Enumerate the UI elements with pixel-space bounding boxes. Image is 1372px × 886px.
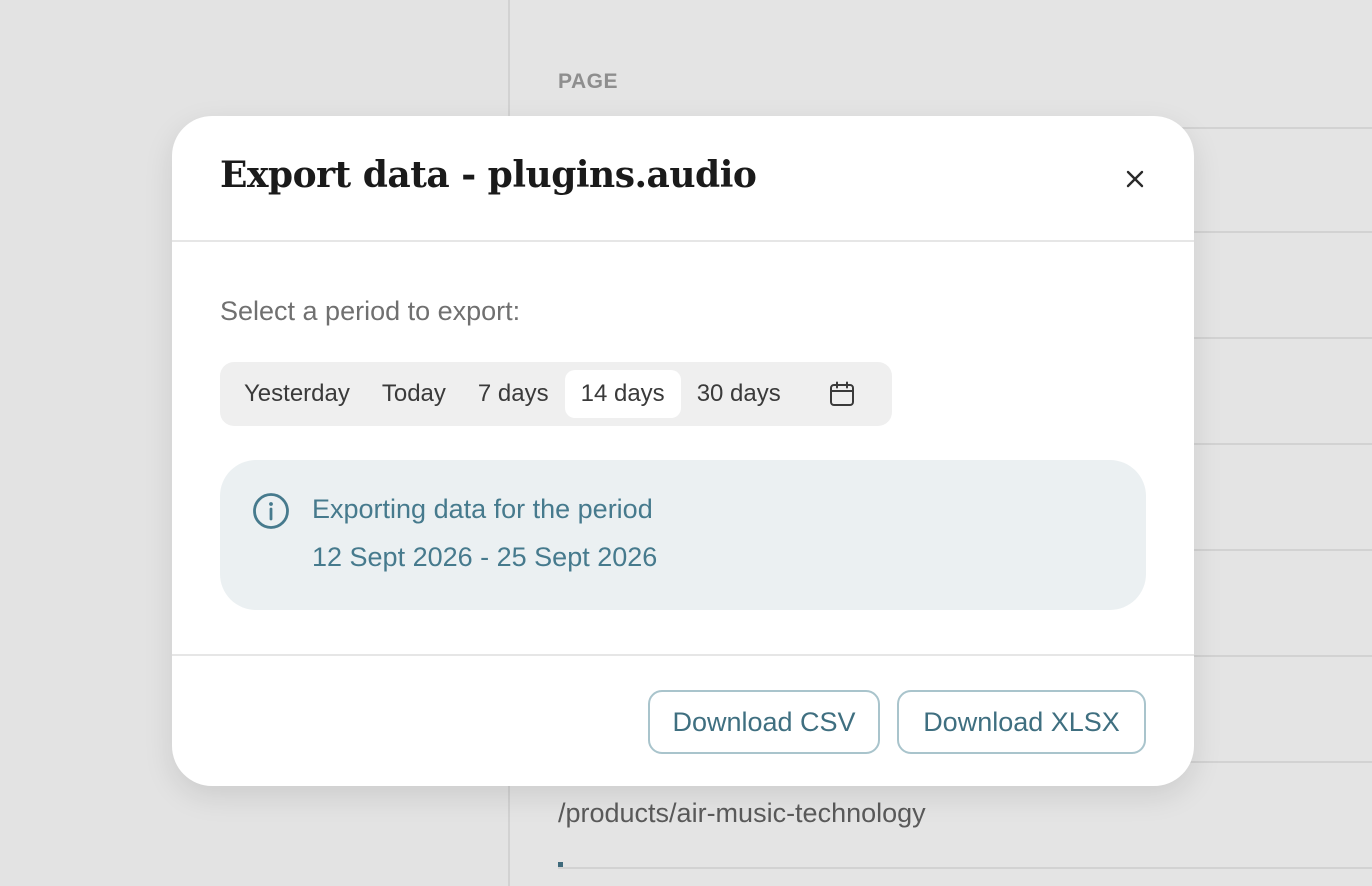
modal-header: Export data - plugins.audio xyxy=(172,116,1194,242)
period-today[interactable]: Today xyxy=(366,370,462,418)
download-csv-button[interactable]: Download CSV xyxy=(648,690,880,754)
modal-body: Select a period to export: Yesterday Tod… xyxy=(172,242,1194,656)
row-divider xyxy=(558,867,1372,869)
period-30-days[interactable]: 30 days xyxy=(681,370,797,418)
close-icon xyxy=(1126,170,1144,188)
close-button[interactable] xyxy=(1120,164,1150,194)
export-info-box: Exporting data for the period 12 Sept 20… xyxy=(220,460,1146,610)
modal-footer: Download CSV Download XLSX xyxy=(172,656,1194,784)
page-column-header: PAGE xyxy=(558,70,618,93)
modal-title: Export data - plugins.audio xyxy=(220,154,757,196)
export-modal: Export data - plugins.audio Select a per… xyxy=(172,116,1194,786)
period-yesterday[interactable]: Yesterday xyxy=(228,370,366,418)
info-icon xyxy=(253,493,289,529)
info-title: Exporting data for the period xyxy=(312,494,653,524)
period-7-days[interactable]: 7 days xyxy=(462,370,565,418)
download-xlsx-button[interactable]: Download XLSX xyxy=(897,690,1146,754)
custom-range-button[interactable] xyxy=(815,370,869,418)
period-prompt: Select a period to export: xyxy=(220,296,521,326)
info-date-range: 12 Sept 2026 - 25 Sept 2026 xyxy=(312,542,658,572)
row-bar xyxy=(558,862,563,867)
calendar-icon xyxy=(829,381,854,406)
period-selector: Yesterday Today 7 days 14 days 30 days xyxy=(220,362,892,426)
page-path-cell[interactable]: /products/air-music-technology xyxy=(558,798,926,829)
period-14-days[interactable]: 14 days xyxy=(564,370,681,418)
